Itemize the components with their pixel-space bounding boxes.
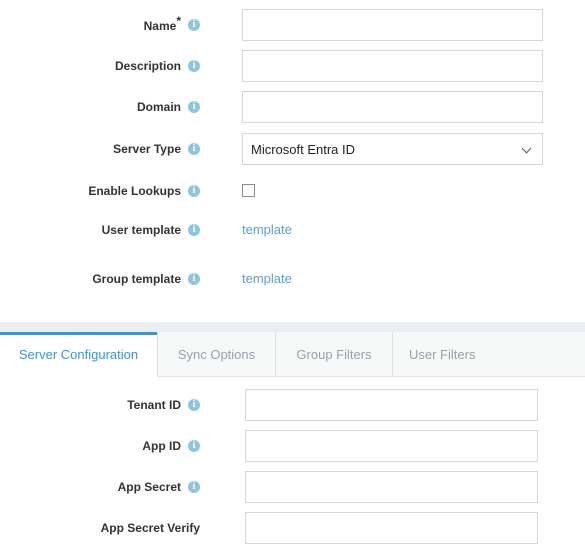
field-control-cell xyxy=(242,50,543,82)
field-label-cell: Tenant ID xyxy=(0,389,200,421)
form-row: App Secret Verify xyxy=(0,512,585,553)
field-label-cell: User template xyxy=(0,214,200,246)
info-icon[interactable] xyxy=(188,223,200,236)
form-row: Group template template xyxy=(0,263,585,304)
tab-strip-top-band xyxy=(0,322,585,332)
info-icon[interactable] xyxy=(188,272,200,285)
form-row: Description xyxy=(0,50,585,91)
field-label: Server Type xyxy=(113,142,181,156)
field-label-cell: App ID xyxy=(0,430,200,462)
domain-input[interactable] xyxy=(242,91,543,123)
tab-label: Group Filters xyxy=(296,346,372,362)
user-template-link[interactable]: template xyxy=(242,222,292,237)
info-icon[interactable] xyxy=(188,18,200,31)
form-row: Tenant ID xyxy=(0,389,585,430)
settings-tab-strip: Server Configuration Sync Options Group Fi… xyxy=(0,332,585,377)
field-control-cell xyxy=(245,430,538,462)
form-row: Domain xyxy=(0,91,585,132)
info-icon[interactable] xyxy=(188,480,200,493)
form-row: Server Type Microsoft Entra ID xyxy=(0,133,585,174)
ldap-server-settings-page: Name* Description Domain Server Type Microso… xyxy=(0,0,585,559)
info-icon[interactable] xyxy=(188,142,200,155)
app-secret-input[interactable] xyxy=(245,471,538,503)
group-template-link[interactable]: template xyxy=(242,271,292,286)
field-control-cell xyxy=(242,175,255,200)
app-id-input[interactable] xyxy=(245,430,538,462)
field-label: App Secret Verify xyxy=(100,521,200,535)
info-icon[interactable] xyxy=(188,184,200,197)
server-type-select[interactable]: Microsoft Entra ID xyxy=(242,133,543,165)
tenant-id-input[interactable] xyxy=(245,389,538,421)
enable-lookups-checkbox[interactable] xyxy=(242,184,255,197)
field-label: App Secret xyxy=(117,480,181,494)
info-icon[interactable] xyxy=(188,59,200,72)
field-control-cell xyxy=(242,91,543,123)
tab-label: User Filters xyxy=(409,346,476,362)
field-label-cell: App Secret xyxy=(0,471,200,503)
field-label-cell: Group template xyxy=(0,263,200,295)
tab-sync-options[interactable]: Sync Options xyxy=(158,332,276,377)
server-configuration-panel: Tenant ID App ID App Secret App Secret Veri… xyxy=(0,377,585,559)
form-row: App Secret xyxy=(0,471,585,512)
form-row: User template template xyxy=(0,214,585,255)
tab-server-configuration[interactable]: Server Configuration xyxy=(0,332,158,377)
field-control-cell xyxy=(242,9,543,41)
tab-user-filters[interactable]: User Filters xyxy=(393,332,585,377)
field-label: Group template xyxy=(92,272,181,286)
form-row: Name* xyxy=(0,9,585,50)
info-icon[interactable] xyxy=(188,100,200,113)
field-label: App ID xyxy=(142,439,181,453)
field-label: Name* xyxy=(143,14,181,33)
field-label-cell: Enable Lookups xyxy=(0,175,200,207)
app-secret-verify-input[interactable] xyxy=(245,512,538,544)
info-icon[interactable] xyxy=(188,398,200,411)
field-control-cell xyxy=(245,512,538,544)
field-control-cell: template xyxy=(242,263,292,295)
name-input[interactable] xyxy=(242,9,543,41)
field-control-cell: template xyxy=(242,214,292,246)
field-label: Tenant ID xyxy=(127,398,181,412)
field-control-cell xyxy=(245,471,538,503)
required-asterisk: * xyxy=(176,14,181,28)
field-label: User template xyxy=(101,223,181,237)
field-label-cell: Name* xyxy=(0,9,200,41)
field-control-cell: Microsoft Entra ID xyxy=(242,133,543,165)
description-input[interactable] xyxy=(242,50,543,82)
field-label-cell: Description xyxy=(0,50,200,82)
field-label-cell: Server Type xyxy=(0,133,200,165)
info-icon[interactable] xyxy=(188,439,200,452)
server-type-select-wrapper: Microsoft Entra ID xyxy=(242,133,543,165)
field-label: Domain xyxy=(136,100,181,114)
form-row: App ID xyxy=(0,430,585,471)
tab-label: Sync Options xyxy=(177,346,256,362)
field-control-cell xyxy=(245,389,538,421)
field-label-cell: Domain xyxy=(0,91,200,123)
tab-label: Server Configuration xyxy=(18,346,139,362)
field-label: Enable Lookups xyxy=(88,184,181,198)
form-row: Enable Lookups xyxy=(0,175,585,216)
field-label: Description xyxy=(114,59,181,73)
tab-group-filters[interactable]: Group Filters xyxy=(276,332,393,377)
field-label-cell: App Secret Verify xyxy=(0,512,200,544)
